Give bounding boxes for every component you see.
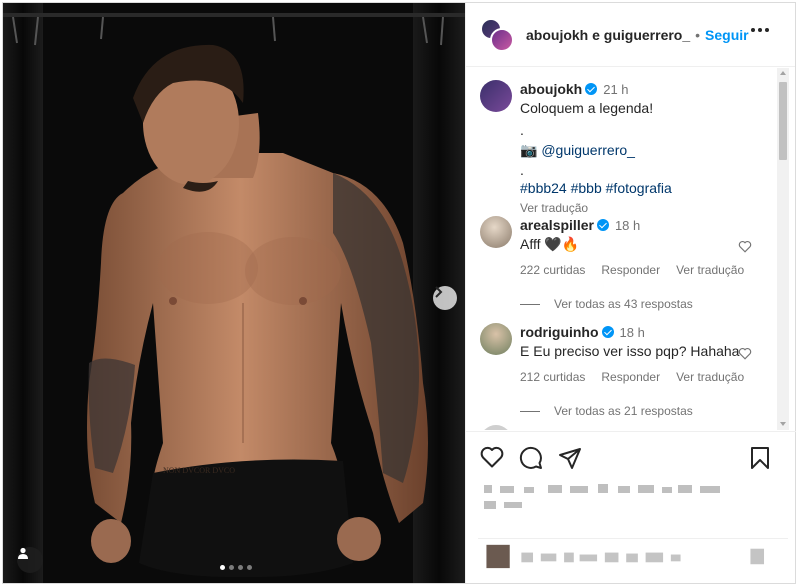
carousel-dot	[238, 565, 243, 570]
next-slide-button[interactable]	[433, 286, 457, 310]
share-icon[interactable]	[558, 446, 582, 470]
comment-username[interactable]: arealspiller	[520, 217, 594, 233]
save-icon[interactable]	[750, 446, 770, 470]
avatar[interactable]	[480, 80, 512, 112]
carousel-dot	[229, 565, 234, 570]
post-authors[interactable]: aboujokh e guiguerrero_	[526, 27, 690, 43]
scroll-down-icon[interactable]	[780, 422, 786, 426]
avatar	[490, 27, 514, 52]
view-replies-label[interactable]: Ver todas as 21 respostas	[554, 404, 693, 418]
comment-likes[interactable]: 212 curtidas	[520, 368, 585, 386]
divider	[520, 303, 540, 305]
caption-mention[interactable]: @guiguerrero_	[541, 142, 635, 158]
scroll-up-icon[interactable]	[780, 71, 786, 75]
comment-like-icon[interactable]	[738, 240, 752, 253]
verified-icon	[601, 326, 614, 338]
view-replies-label[interactable]: Ver todas as 43 respostas	[554, 297, 693, 311]
caption-dot: .	[520, 162, 524, 178]
camera-emoji: 📷	[520, 142, 538, 158]
carousel-dot	[220, 565, 225, 570]
scrollbar-thumb[interactable]	[779, 82, 787, 160]
comments-scrollbar[interactable]	[777, 68, 789, 430]
verified-icon	[585, 83, 598, 95]
add-comment-blurred	[478, 538, 788, 569]
verified-icon	[596, 219, 609, 231]
comment-like-icon[interactable]	[738, 347, 752, 360]
view-replies-link[interactable]: Ver todas as 43 respostas	[520, 297, 770, 311]
post-photo: NON DVCOR DVCO	[3, 3, 465, 583]
caption-text: Coloquem a legenda!	[520, 100, 654, 116]
caption-hashtags[interactable]: #bbb24 #bbb #fotografia	[520, 179, 770, 197]
caption-username[interactable]: aboujokh	[520, 81, 582, 97]
action-bar	[466, 431, 796, 485]
chevron-right-icon	[435, 286, 443, 298]
comment-item: rodriguinho 18 h E Eu preciso ver isso pq…	[480, 323, 770, 418]
follow-button[interactable]: Seguir	[705, 27, 749, 43]
more-options-icon[interactable]	[751, 28, 769, 32]
comments-list[interactable]: aboujokh 21 h Coloquem a legenda! . 📷 @gu…	[466, 68, 776, 430]
divider	[520, 410, 540, 412]
see-translation-link[interactable]: Ver tradução	[676, 261, 744, 279]
comment-time[interactable]: 18 h	[620, 325, 645, 340]
carousel-dot	[247, 565, 252, 570]
comment-item: arealspiller 18 h Afff 🖤🔥 222 curtidas Re…	[480, 216, 770, 311]
reply-button[interactable]: Responder	[601, 368, 660, 386]
separator: •	[695, 26, 701, 43]
see-translation-link[interactable]: Ver tradução	[676, 368, 744, 386]
comment-time[interactable]: 18 h	[615, 218, 640, 233]
view-replies-link[interactable]: Ver todas as 21 respostas	[520, 404, 770, 418]
post-header: aboujokh e guiguerrero_ • Seguir	[466, 3, 795, 67]
reply-button[interactable]: Responder	[601, 261, 660, 279]
avatar[interactable]	[480, 323, 512, 355]
comment-likes[interactable]: 222 curtidas	[520, 261, 585, 279]
user-tags-icon	[18, 547, 28, 559]
collab-avatars[interactable]	[480, 17, 514, 52]
caption-dot: .	[520, 122, 524, 138]
avatar[interactable]	[480, 425, 512, 430]
see-translation-link[interactable]: Ver tradução	[520, 199, 770, 217]
comment-text: E Eu preciso ver isso pqp? Hahaha	[520, 343, 740, 359]
likes-summary-blurred	[484, 484, 720, 509]
comment-icon[interactable]	[519, 446, 543, 470]
comment-text: Afff 🖤🔥	[520, 236, 580, 252]
post-media[interactable]: NON DVCOR DVCO	[3, 3, 465, 583]
svg-text:NON DVCOR DVCO: NON DVCOR DVCO	[163, 466, 235, 475]
caption-time[interactable]: 21 h	[603, 82, 628, 97]
like-icon[interactable]	[480, 446, 504, 468]
carousel-indicator	[220, 565, 252, 570]
avatar[interactable]	[480, 216, 512, 248]
post-side-panel: aboujokh e guiguerrero_ • Seguir aboujok…	[465, 3, 796, 583]
comment-username[interactable]: rodriguinho	[520, 324, 599, 340]
caption: aboujokh 21 h Coloquem a legenda! . 📷 @gu…	[480, 80, 770, 217]
user-tags-button[interactable]	[17, 547, 43, 573]
